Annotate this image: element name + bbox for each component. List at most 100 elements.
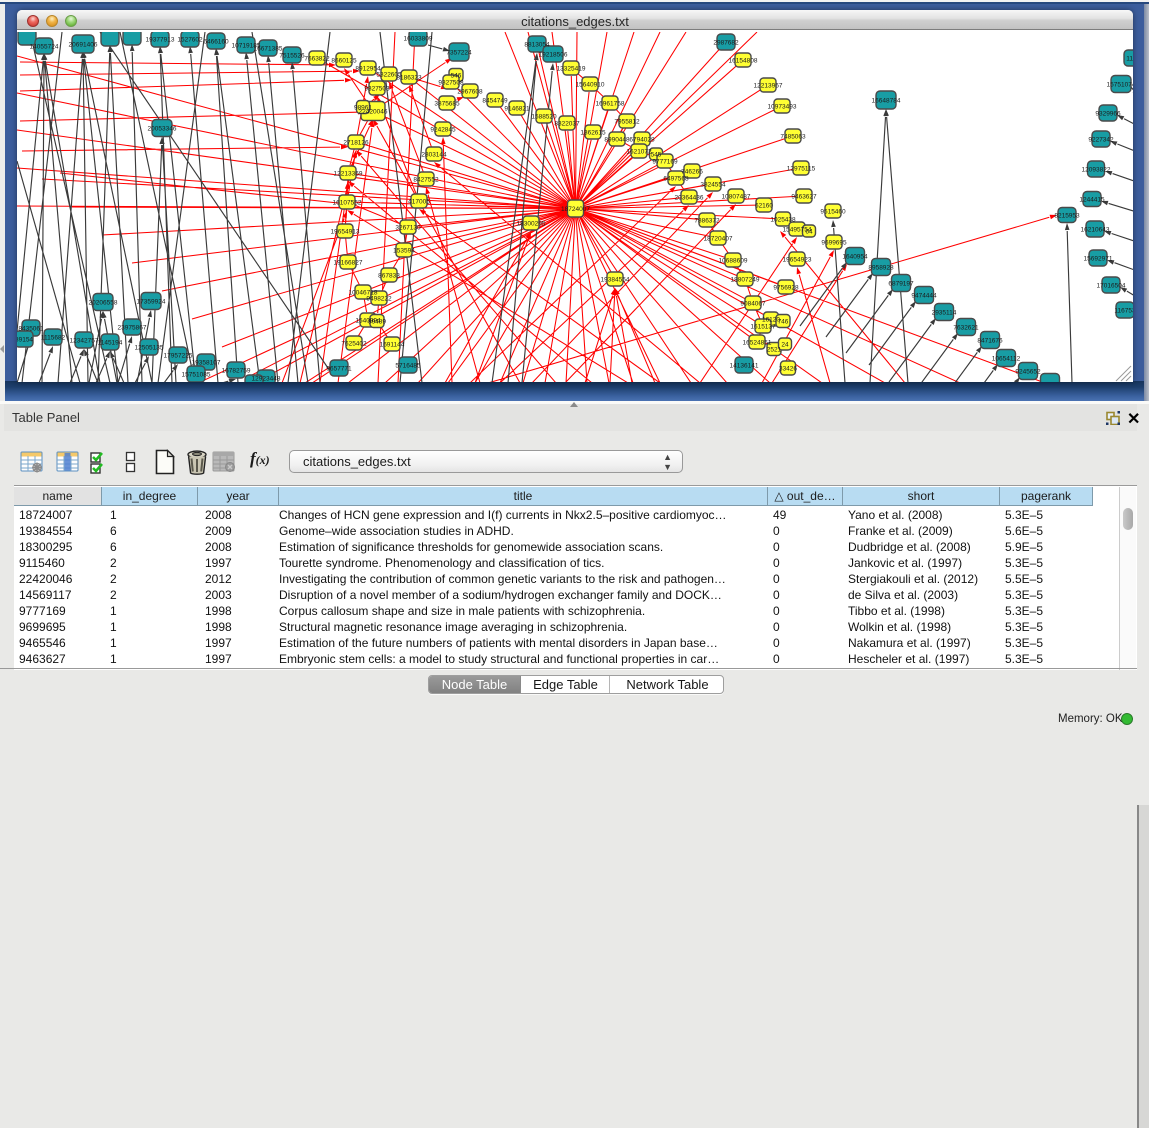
svg-text:9329966: 9329966 xyxy=(1095,111,1121,118)
svg-text:18720407: 18720407 xyxy=(704,236,733,243)
svg-text:17957225: 17957225 xyxy=(164,353,193,360)
svg-text:1527602: 1527602 xyxy=(177,37,203,44)
svg-text:7632621: 7632621 xyxy=(953,325,979,332)
svg-text:5716485: 5716485 xyxy=(395,363,421,370)
svg-text:8471676: 8471676 xyxy=(977,338,1003,345)
svg-text:20364436: 20364436 xyxy=(675,195,704,202)
svg-text:417005: 417005 xyxy=(408,199,430,206)
svg-text:12975115: 12975115 xyxy=(787,166,816,173)
svg-text:8186323: 8186323 xyxy=(396,75,422,82)
svg-text:1621072: 1621072 xyxy=(626,149,652,156)
svg-text:17016504: 17016504 xyxy=(1097,283,1126,290)
svg-text:9498222: 9498222 xyxy=(366,296,392,303)
svg-text:19358107: 19358107 xyxy=(192,360,221,367)
svg-text:12213967: 12213967 xyxy=(754,83,783,90)
svg-text:12342757: 12342757 xyxy=(70,338,99,345)
svg-text:3875685: 3875685 xyxy=(434,101,460,108)
svg-text:9327503: 9327503 xyxy=(364,86,390,93)
svg-text:15692971: 15692971 xyxy=(1084,256,1113,263)
svg-text:8813054: 8813054 xyxy=(524,42,550,49)
svg-text:17359924: 17359924 xyxy=(137,299,166,306)
svg-text:7515526: 7515526 xyxy=(279,53,305,60)
svg-text:12093822: 12093822 xyxy=(1082,167,1111,174)
svg-text:9242845: 9242845 xyxy=(430,127,456,134)
svg-text:6879197: 6879197 xyxy=(888,281,914,288)
svg-text:153594: 153594 xyxy=(393,248,415,255)
svg-text:12923448: 12923448 xyxy=(252,376,281,383)
svg-text:3267130: 3267130 xyxy=(395,225,421,232)
svg-text:10973493: 10973493 xyxy=(768,104,797,111)
svg-text:16648784: 16648784 xyxy=(872,98,901,105)
svg-text:15640910: 15640910 xyxy=(576,82,605,89)
svg-text:1362615: 1362615 xyxy=(580,130,606,137)
svg-text:7663822: 7663822 xyxy=(304,56,330,63)
svg-text:1615137: 1615137 xyxy=(750,324,776,331)
svg-text:1115682: 1115682 xyxy=(41,335,66,342)
svg-text:8958928: 8958928 xyxy=(868,265,894,272)
svg-text:9515460: 9515460 xyxy=(820,209,846,216)
svg-text:19654913: 19654913 xyxy=(331,229,360,236)
svg-text:9777169: 9777169 xyxy=(652,159,678,166)
svg-text:64: 64 xyxy=(805,229,813,236)
svg-text:19377913: 19377913 xyxy=(146,37,175,44)
svg-text:9463627: 9463627 xyxy=(791,194,817,201)
svg-text:19654923: 19654923 xyxy=(783,257,812,264)
svg-text:19384554: 19384554 xyxy=(601,277,630,284)
svg-text:545: 545 xyxy=(651,152,662,159)
svg-text:8427552: 8427552 xyxy=(413,177,439,184)
svg-text:2718126: 2718126 xyxy=(343,140,369,147)
svg-text:8990448: 8990448 xyxy=(604,137,630,144)
svg-text:18300295: 18300295 xyxy=(517,221,546,228)
svg-text:6794028: 6794028 xyxy=(629,137,655,144)
svg-text:6497568: 6497568 xyxy=(663,176,689,183)
svg-text:1244415: 1244415 xyxy=(1079,197,1105,204)
svg-text:15751085: 15751085 xyxy=(182,372,211,379)
svg-text:8454749: 8454749 xyxy=(482,98,508,105)
svg-text:20206558: 20206558 xyxy=(89,300,118,307)
svg-text:20691406: 20691406 xyxy=(69,42,98,49)
svg-text:12213369: 12213369 xyxy=(334,171,363,178)
svg-text:2987682: 2987682 xyxy=(713,40,739,47)
svg-text:9084067: 9084067 xyxy=(740,301,766,308)
svg-text:18807249: 18807249 xyxy=(731,277,760,284)
svg-text:19218506: 19218506 xyxy=(539,52,568,59)
svg-text:2935114: 2935114 xyxy=(932,310,957,317)
svg-text:2521: 2521 xyxy=(767,347,782,354)
svg-text:6466160: 6466160 xyxy=(203,39,229,46)
svg-text:8322037: 8322037 xyxy=(554,121,580,128)
svg-text:16782759: 16782759 xyxy=(222,368,251,375)
svg-text:1117: 1117 xyxy=(1126,56,1133,63)
svg-text:1025438: 1025438 xyxy=(770,217,796,224)
svg-text:16107552: 16107552 xyxy=(333,200,362,207)
svg-text:13325419: 13325419 xyxy=(557,66,586,73)
svg-text:99489: 99489 xyxy=(368,319,386,326)
svg-text:23975867: 23975867 xyxy=(118,325,147,332)
svg-text:746: 746 xyxy=(778,319,789,326)
svg-text:1145194: 1145194 xyxy=(98,340,123,347)
svg-text:62160: 62160 xyxy=(755,203,773,210)
svg-text:2967608: 2967608 xyxy=(457,89,483,96)
svg-text:16033809: 16033809 xyxy=(404,36,433,43)
svg-text:1588520: 1588520 xyxy=(531,114,557,121)
svg-text:7357224: 7357224 xyxy=(446,50,472,57)
svg-text:16671385: 16671385 xyxy=(254,46,283,53)
svg-text:9699695: 9699695 xyxy=(821,240,847,247)
svg-text:18724007: 18724007 xyxy=(561,206,590,213)
svg-text:16154808: 16154808 xyxy=(729,58,758,65)
svg-text:14136141: 14136141 xyxy=(730,363,759,370)
svg-text:24: 24 xyxy=(781,342,789,349)
svg-text:116753: 116753 xyxy=(1114,308,1133,315)
svg-text:14055724: 14055724 xyxy=(30,44,59,51)
svg-text:8660125: 8660125 xyxy=(331,58,357,65)
svg-text:546: 546 xyxy=(451,73,462,80)
svg-text:16524851: 16524851 xyxy=(743,340,772,347)
svg-text:9227342: 9227342 xyxy=(1088,137,1114,144)
svg-text:39154: 39154 xyxy=(17,337,33,344)
svg-text:33426: 33426 xyxy=(779,366,797,373)
svg-text:3824554: 3824554 xyxy=(700,182,726,189)
svg-text:7955812: 7955812 xyxy=(614,119,640,126)
svg-text:9756928: 9756928 xyxy=(773,285,799,292)
svg-text:9327508: 9327508 xyxy=(438,80,464,87)
svg-text:9245652: 9245652 xyxy=(1015,369,1041,376)
svg-text:2803144: 2803144 xyxy=(421,152,447,159)
